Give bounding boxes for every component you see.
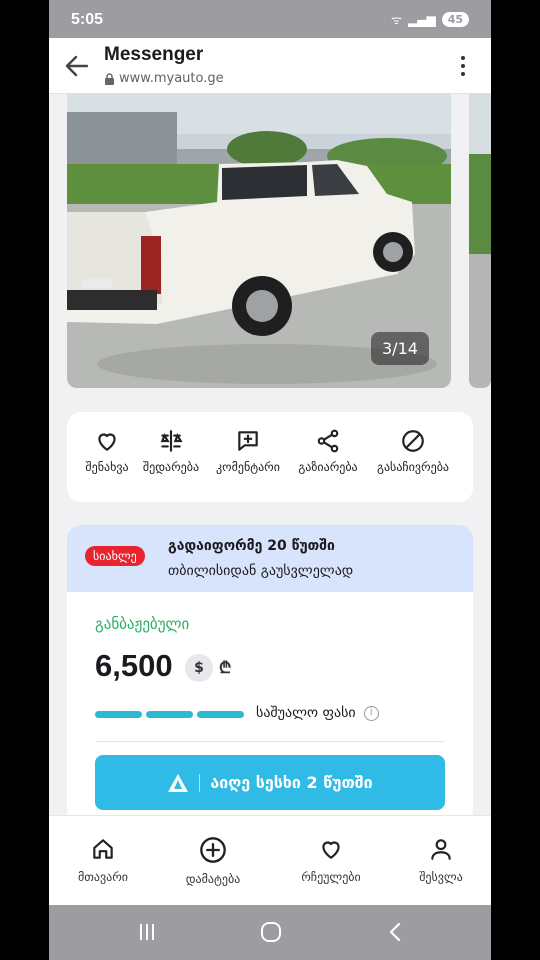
comment-icon (238, 431, 258, 451)
nav-favorites-label: რჩეულები (301, 870, 361, 884)
report-label: გასაჩივრება (376, 460, 449, 474)
lock-icon (105, 72, 114, 85)
photo-counter: 3/14 (371, 332, 429, 365)
loan-button-label: აიღე სესხი 2 წუთში (210, 773, 373, 792)
more-options-icon[interactable] (449, 52, 477, 80)
nav-home-label: მთავარი (78, 870, 128, 884)
triangle-logo-icon (168, 773, 189, 792)
heart-icon (98, 433, 116, 451)
block-icon (402, 430, 424, 452)
new-badge: სიახლე (85, 546, 145, 566)
bottom-navigation: მთავარი დამატება რჩეულები შესვლა (49, 815, 491, 905)
wifi-icon: ᯤ (391, 13, 402, 27)
status-icons: ᯤ ▂▄▆ 45 (391, 11, 469, 28)
nav-add[interactable]: დამატება (163, 836, 263, 886)
comment-label: კომენტარი (216, 460, 280, 474)
recent-apps-icon[interactable] (137, 921, 157, 943)
nav-home[interactable]: მთავარი (53, 836, 153, 884)
comment-button[interactable]: კომენტარი (208, 428, 288, 474)
back-arrow-icon[interactable] (63, 52, 91, 80)
next-photo-image (469, 94, 491, 388)
loan-button[interactable]: აიღე სესხი 2 წუთში (95, 755, 445, 810)
back-button-icon[interactable] (387, 921, 403, 943)
system-navigation-bar (49, 905, 491, 960)
compare-icon (160, 430, 183, 452)
browser-app-bar: Messenger www.myauto.ge (49, 38, 491, 94)
average-price: საშუალო ფასი i (256, 705, 379, 721)
nav-add-label: დამატება (185, 872, 241, 886)
price-bar (197, 711, 244, 718)
photo-gallery[interactable]: 3/14 (67, 94, 491, 389)
currency-gel-toggle[interactable]: ₾ (219, 656, 231, 678)
promo-title: გადაიფორმე 20 წუთში (168, 538, 335, 554)
price-level-bars (95, 711, 244, 718)
signal-icon: ▂▄▆ (408, 12, 436, 27)
next-photo-preview[interactable] (469, 94, 491, 388)
price-value: 6,500 (95, 648, 173, 683)
add-icon (200, 837, 226, 863)
average-price-label: საშუალო ფასი (256, 705, 356, 721)
listing-actions: შენახვა შედარება კომენტარი გაზიარება გას… (67, 412, 473, 502)
report-button[interactable]: გასაჩივრება (373, 428, 453, 474)
share-button[interactable]: გაზიარება (288, 428, 368, 474)
price-bar (95, 711, 142, 718)
price-card: სიახლე გადაიფორმე 20 წუთში თბილისიდან გა… (67, 525, 473, 825)
separator (199, 773, 201, 792)
home-button-icon[interactable] (260, 921, 282, 943)
heart-icon (322, 841, 340, 859)
status-bar: 5:05 ᯤ ▂▄▆ 45 (49, 0, 491, 38)
divider (95, 741, 445, 742)
battery-icon: 45 (441, 12, 469, 27)
status-time: 5:05 (71, 11, 104, 28)
promo-subtitle: თბილისიდან გაუსვლელად (168, 563, 354, 579)
nav-login-label: შესვლა (419, 870, 463, 884)
car-photo[interactable]: 3/14 (67, 94, 451, 388)
nav-login[interactable]: შესვლა (391, 836, 491, 884)
phone-screen: 5:05 ᯤ ▂▄▆ 45 Messenger www.myauto.ge 3/… (49, 0, 491, 960)
page-url: www.myauto.ge (104, 71, 224, 86)
info-icon[interactable]: i (363, 705, 379, 721)
user-icon (431, 839, 451, 860)
share-label: გაზიარება (298, 460, 358, 474)
url-text: www.myauto.ge (119, 71, 224, 86)
nav-favorites[interactable]: რჩეულები (281, 836, 381, 884)
customs-status: განბაჟებული (95, 615, 190, 633)
app-title: Messenger (104, 44, 204, 65)
share-icon (317, 429, 339, 453)
compare-button[interactable]: შედარება (131, 428, 211, 474)
price-bar (146, 711, 193, 718)
promo-banner[interactable]: სიახლე გადაიფორმე 20 წუთში თბილისიდან გა… (67, 525, 473, 592)
home-icon (93, 839, 113, 859)
compare-label: შედარება (142, 460, 200, 474)
currency-usd-toggle[interactable]: $ (185, 654, 213, 682)
